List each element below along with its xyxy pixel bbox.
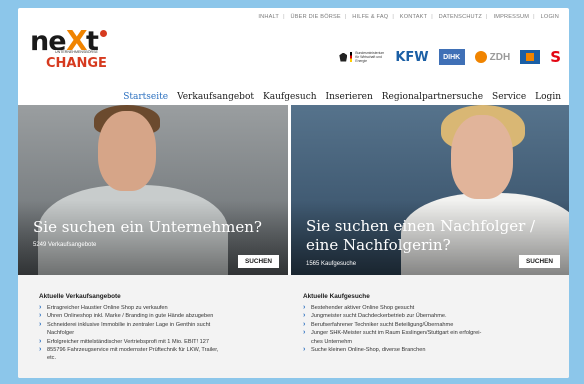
bmwi-logo[interactable]: Bundesministerium für Wirtschaft und Ene… (339, 51, 385, 63)
hero-photo-man-face (98, 111, 156, 191)
nexxt-change-logo[interactable]: ne X t UNTERNEHMENSBÖRSE CHANGE (30, 24, 130, 76)
nav-regionalpartnersuche[interactable]: Regionalpartnersuche (382, 92, 483, 102)
bmwi-text: Bundesministerium für Wirtschaft und Ene… (355, 51, 385, 63)
request-item[interactable]: Junger SHK-Meister sucht im Raum Essling… (303, 329, 569, 337)
current-offers: Aktuelle Verkaufsangebote Ertragreicher … (18, 275, 288, 378)
offers-heading: Aktuelle Verkaufsangebote (39, 293, 121, 300)
separator: | (533, 14, 535, 20)
dihk-logo[interactable]: DIHK (438, 49, 465, 65)
offer-item[interactable]: 855796 Fahrzeugservice mit modernster Pr… (39, 346, 288, 354)
zdh-logo[interactable]: ZDH (474, 51, 511, 63)
logo-subtitle: UNTERNEHMENSBÖRSE (54, 50, 99, 54)
offer-item-continuation[interactable]: etc. (39, 354, 288, 362)
nav-service[interactable]: Service (492, 92, 526, 102)
main-navigation: Startseite Verkaufsangebot Kaufgesuch In… (123, 92, 561, 102)
topnav-ueber-die-boerse[interactable]: ÜBER DIE BÖRSE (290, 14, 340, 20)
nav-kaufgesuch[interactable]: Kaufgesuch (263, 92, 317, 102)
request-item[interactable]: Bestehender aktiver Online Shop gesucht (303, 304, 569, 312)
offer-item[interactable]: Ertragreicher Haustier Online Shop zu ve… (39, 304, 288, 312)
top-navigation: INHALT | ÜBER DIE BÖRSE | HILFE & FAQ | KON… (258, 14, 559, 20)
volksbank-logo-icon[interactable] (520, 50, 541, 64)
nav-login[interactable]: Login (535, 92, 561, 102)
hero-panel-company-search[interactable]: Sie suchen ein Unternehmen? 5249 Verkauf… (18, 105, 288, 275)
request-item-continuation[interactable]: ches Unternehm (303, 338, 569, 346)
hero-right-title-line2: eine Nachfolgerin? (306, 236, 451, 254)
partner-logos: Bundesministerium für Wirtschaft und Ene… (339, 46, 561, 68)
nav-verkaufsangebot[interactable]: Verkaufsangebot (177, 92, 254, 102)
search-requests-button[interactable]: SUCHEN (519, 255, 560, 268)
request-item[interactable]: Suche kleinen Online-Shop, diverse Branc… (303, 346, 569, 354)
requests-list: Bestehender aktiver Online Shop gesucht … (303, 304, 569, 354)
separator: | (283, 14, 285, 20)
listings-section: Aktuelle Verkaufsangebote Ertragreicher … (18, 275, 569, 378)
hero-right-title: Sie suchen einen Nachfolger / eine Nachf… (306, 217, 535, 255)
separator: | (392, 14, 395, 20)
topnav-datenschutz[interactable]: DATENSCHUTZ (439, 14, 482, 20)
kfw-logo[interactable]: KFW (395, 50, 428, 65)
logo-dot-icon (100, 30, 107, 37)
hero-photo-woman-face (451, 115, 513, 199)
hero-left-title: Sie suchen ein Unternehmen? (33, 218, 262, 236)
offer-item[interactable]: Uhren Onlineshop inkl. Marke / Branding … (39, 312, 288, 320)
sparkasse-logo[interactable]: S (550, 48, 561, 66)
zdh-text: ZDH (489, 51, 511, 63)
logo-change-text: CHANGE (46, 56, 107, 71)
request-item[interactable]: Berufserfahrener Techniker sucht Beteili… (303, 321, 569, 329)
separator: | (486, 14, 488, 20)
requests-heading: Aktuelle Kaufgesuche (303, 293, 370, 300)
offer-item[interactable]: Erfolgreicher mittelständischer Vertrieb… (39, 338, 288, 346)
browser-page: INHALT | ÜBER DIE BÖRSE | HILFE & FAQ | KON… (18, 8, 569, 378)
request-item[interactable]: Jungmeister sucht Dachdeckerbetrieb zur … (303, 312, 569, 320)
separator: | (344, 14, 347, 20)
zdh-circle-icon (474, 51, 487, 63)
hero-left-count: 5249 Verkaufsangebote (33, 242, 97, 248)
search-offers-button[interactable]: SUCHEN (238, 255, 279, 268)
hero-right-title-line1: Sie suchen einen Nachfolger / (306, 217, 536, 235)
offers-list: Ertragreicher Haustier Online Shop zu ve… (39, 304, 288, 363)
topnav-kontakt[interactable]: KONTAKT (400, 14, 427, 20)
topnav-hilfe-faq[interactable]: HILFE & FAQ (352, 14, 388, 20)
hero-panel-successor-search[interactable]: Sie suchen einen Nachfolger / eine Nachf… (288, 105, 569, 275)
topnav-login[interactable]: LOGIN (541, 14, 559, 20)
german-flag-icon (350, 52, 353, 62)
nav-startseite[interactable]: Startseite (123, 92, 168, 102)
nav-inserieren[interactable]: Inserieren (326, 92, 373, 102)
topnav-inhalt[interactable]: INHALT (258, 14, 279, 20)
separator: | (431, 14, 433, 20)
current-requests: Aktuelle Kaufgesuche Bestehender aktiver… (288, 275, 569, 378)
topnav-impressum[interactable]: IMPRESSUM (493, 14, 529, 20)
hero-section: Sie suchen ein Unternehmen? 5249 Verkauf… (18, 105, 569, 275)
offer-item-continuation[interactable]: Nachfolger (39, 329, 288, 337)
eagle-icon (339, 52, 348, 62)
offer-item[interactable]: Schneiderei inklusive Immobilie in zentr… (39, 321, 288, 329)
hero-right-count: 1565 Kaufgesuche (306, 261, 357, 267)
